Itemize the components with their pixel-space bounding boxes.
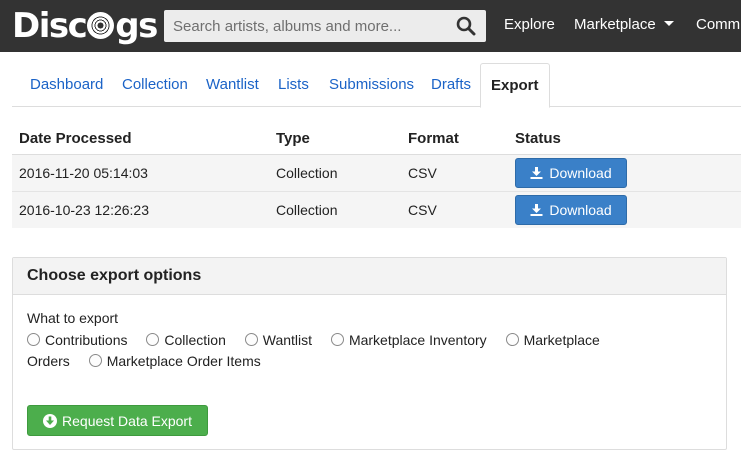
table-row: 2016-10-23 12:26:23 Collection CSV Downl… xyxy=(12,190,741,228)
cell-format: CSV xyxy=(401,190,508,228)
export-options-panel: Choose export options What to export Con… xyxy=(12,257,727,450)
what-to-export-label: What to export xyxy=(27,310,119,326)
exports-table: Date Processed Type Format Status 2016-1… xyxy=(12,124,741,228)
option-marketplace-inventory[interactable]: Marketplace Inventory xyxy=(330,332,487,348)
nav-marketplace[interactable]: Marketplace xyxy=(574,16,674,33)
dashboard-tabs: Dashboard Collection Wantlist Lists Subm… xyxy=(12,63,741,108)
search-box xyxy=(164,10,486,42)
column-header-date: Date Processed xyxy=(12,124,269,155)
download-button[interactable]: Download xyxy=(515,194,627,225)
download-icon xyxy=(530,203,543,216)
top-navigation-bar: Discgs Explore Marketplace Comm xyxy=(0,0,741,52)
cell-type: Collection xyxy=(269,153,401,191)
search-icon[interactable] xyxy=(456,16,476,36)
option-marketplace-order-items[interactable]: Marketplace Order Items xyxy=(88,353,261,369)
column-header-format: Format xyxy=(401,124,508,155)
column-header-type: Type xyxy=(269,124,401,155)
radio-collection[interactable] xyxy=(146,333,160,346)
download-button-label: Download xyxy=(549,164,612,181)
cell-date: 2016-10-23 12:26:23 xyxy=(12,190,269,228)
table-row: 2016-11-20 05:14:03 Collection CSV Downl… xyxy=(12,153,741,191)
column-header-status: Status xyxy=(508,124,741,155)
cell-status: Download xyxy=(508,153,741,191)
tab-drafts[interactable]: Drafts xyxy=(431,63,471,107)
nav-explore[interactable]: Explore xyxy=(504,16,555,33)
arrow-down-circle-icon xyxy=(43,413,58,428)
download-button[interactable]: Download xyxy=(515,157,627,188)
panel-body: What to export Contributions Collection … xyxy=(13,295,726,436)
tab-collection[interactable]: Collection xyxy=(122,63,188,107)
export-option-list: Contributions Collection Wantlist Market… xyxy=(27,330,647,372)
cell-status: Download xyxy=(508,190,741,228)
logo-text: Disc gs xyxy=(12,6,158,46)
chevron-down-icon xyxy=(663,21,674,26)
option-label: Wantlist xyxy=(262,332,313,348)
tab-wantlist[interactable]: Wantlist xyxy=(206,63,259,107)
option-label: Contributions xyxy=(45,332,128,348)
radio-contributions[interactable] xyxy=(27,333,40,346)
option-wantlist[interactable]: Wantlist xyxy=(244,332,313,348)
option-collection[interactable]: Collection xyxy=(146,332,226,348)
cell-format: CSV xyxy=(401,153,508,191)
cell-type: Collection xyxy=(269,190,401,228)
discogs-logo[interactable]: Disc gs xyxy=(12,6,158,46)
nav-marketplace-label: Marketplace xyxy=(574,16,656,33)
nav-community[interactable]: Comm xyxy=(696,16,740,33)
radio-wantlist[interactable] xyxy=(244,333,258,346)
panel-title: Choose export options xyxy=(13,258,726,295)
tab-submissions[interactable]: Submissions xyxy=(329,63,414,107)
download-icon xyxy=(530,166,543,179)
option-contributions[interactable]: Contributions xyxy=(27,332,128,348)
tab-export[interactable]: Export xyxy=(480,63,550,108)
cell-date: 2016-11-20 05:14:03 xyxy=(12,153,269,191)
radio-marketplace-order-items[interactable] xyxy=(88,354,102,367)
radio-marketplace-orders[interactable] xyxy=(505,333,519,346)
request-data-export-label: Request Data Export xyxy=(62,412,192,429)
request-data-export-button[interactable]: Request Data Export xyxy=(27,405,208,436)
tab-dashboard[interactable]: Dashboard xyxy=(30,63,103,107)
download-button-label: Download xyxy=(549,201,612,218)
radio-marketplace-inventory[interactable] xyxy=(330,333,344,346)
option-label: Collection xyxy=(164,332,226,348)
tab-lists[interactable]: Lists xyxy=(278,63,309,107)
search-input[interactable] xyxy=(164,11,444,41)
table-header-row: Date Processed Type Format Status xyxy=(12,124,741,155)
vinyl-record-icon xyxy=(87,12,115,39)
option-label: Marketplace Order Items xyxy=(106,353,261,369)
option-label: Marketplace Inventory xyxy=(348,332,487,348)
